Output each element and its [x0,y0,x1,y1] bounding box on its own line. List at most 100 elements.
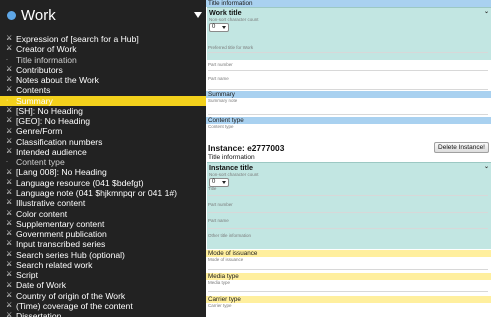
link-icon: ⚔ [6,178,13,186]
instance-title-field[interactable]: Title [208,186,488,191]
sidebar-item[interactable]: · Title information [0,55,206,65]
sidebar: Work ⚔ Expression of [search for a Hub] ⚔ C… [0,0,206,317]
link-icon: ⚔ [6,281,13,289]
link-icon: ⚔ [6,271,13,279]
bullet-icon: · [6,56,8,63]
sidebar-item[interactable]: ⚔ Search related work [0,260,206,270]
sidebar-item-label: Search related work [16,259,93,270]
sidebar-item[interactable]: ⚔ Government publication [0,229,206,239]
section-header-title-information: Title information [206,0,491,7]
divider [208,70,488,71]
sidebar-item[interactable]: ⚔ Illustrative content [0,198,206,208]
link-icon: ⚔ [6,137,13,145]
sidebar-item[interactable]: ⚔ Notes about the Work [0,75,206,85]
sidebar-title: Work [21,7,56,24]
sidebar-item-label: Language resource (041 $bdefgt) [16,177,144,188]
link-icon: ⚔ [6,86,13,94]
instance-label: Instance: e2777003 [208,143,285,153]
sidebar-item-label: Dissertation [16,311,62,317]
status-dot-icon [7,11,16,20]
editor-panel: Title information Work title ⌄ Non-sort … [206,0,491,317]
link-icon: ⚔ [6,189,13,197]
sidebar-item[interactable]: ⚔ Script [0,270,206,280]
sidebar-item[interactable]: ⚔ Genre/Form [0,126,206,136]
divider [208,114,488,115]
link-icon: ⚔ [6,35,13,43]
sidebar-item[interactable]: ⚔ (Time) coverage of the content [0,301,206,311]
link-icon: ⚔ [6,76,13,84]
sidebar-item[interactable]: ⚔ Expression of [search for a Hub] [0,34,206,44]
section-header-mode-of-issuance: Mode of issuance [206,250,491,257]
sidebar-item[interactable]: · Summary [0,95,206,106]
sidebar-item[interactable]: ⚔ Date of Work [0,280,206,290]
sidebar-item-label: Classification numbers [16,136,103,147]
summary-note-field[interactable]: Summary note [208,98,488,103]
sidebar-item-label: Contents [16,85,51,96]
part-name-field[interactable]: Part name [208,76,488,81]
sidebar-header[interactable]: Work [0,0,206,34]
sidebar-item-label: (Time) coverage of the content [16,300,133,311]
chevron-down-icon[interactable]: ⌄ [484,8,489,17]
link-icon: ⚔ [6,117,13,125]
instance-title-information-header: Title information [208,154,255,161]
sidebar-item[interactable]: ⚔ Intended audience [0,147,206,157]
divider [208,52,488,53]
sidebar-item[interactable]: ⚔ Country of origin of the Work [0,291,206,301]
part-number-field[interactable]: Part number [208,62,488,67]
nonsort-value: 0 [212,24,216,30]
sidebar-item[interactable]: · Content type [0,157,206,167]
bullet-icon: · [6,96,9,104]
sidebar-list: ⚔ Expression of [search for a Hub] ⚔ Creato… [0,34,206,317]
link-icon: ⚔ [6,209,13,217]
link-icon: ⚔ [6,219,13,227]
nonsort-select[interactable]: 0 [209,23,229,32]
sidebar-item-label: Illustrative content [16,198,86,209]
link-icon: ⚔ [6,148,13,156]
chevron-down-icon[interactable] [194,12,202,18]
instance-nonsort-label: Non-sort character count [209,172,259,177]
instance-title-header: Instance title ⌄ [207,163,491,172]
sidebar-item[interactable]: ⚔ [SH]: No Heading [0,106,206,116]
divider [208,195,488,196]
sidebar-item-label: Government publication [16,229,107,240]
preferred-title-field[interactable]: Preferred title for Work [208,45,488,50]
sidebar-item[interactable]: ⚔ Contents [0,85,206,95]
sidebar-item[interactable]: ⚔ Language resource (041 $bdefgt) [0,178,206,188]
delete-instance-button[interactable]: Delete Instance! [434,142,489,153]
sidebar-item[interactable]: ⚔ Dissertation [0,311,206,317]
section-header-media-type: Media type [206,273,491,280]
link-icon: ⚔ [6,199,13,207]
sidebar-item[interactable]: ⚔ Color content [0,209,206,219]
instance-part-number-field[interactable]: Part number [208,202,488,207]
carrier-type-field[interactable]: Carrier type [208,303,488,308]
section-header-carrier-type: Carrier type [206,296,491,303]
link-icon: ⚔ [6,312,13,317]
mode-of-issuance-field[interactable]: Mode of issuance [208,257,488,262]
sidebar-item[interactable]: ⚔ Search series Hub (optional) [0,250,206,260]
sidebar-item[interactable]: ⚔ Contributors [0,65,206,75]
link-icon: ⚔ [6,230,13,238]
sidebar-item-label: [SH]: No Heading [16,105,83,116]
nonsort-label: Non-sort character count [209,17,259,22]
sidebar-item[interactable]: ⚔ Input transcribed series [0,239,206,249]
instance-nonsort-value: 0 [212,179,216,185]
chevron-down-icon[interactable]: ⌄ [484,163,489,172]
link-icon: ⚔ [6,291,13,299]
sidebar-item-label: Notes about the Work [16,75,99,86]
link-icon: ⚔ [6,45,13,53]
sidebar-item[interactable]: ⚔ Supplementary content [0,219,206,229]
content-type-field[interactable]: Content type [208,124,488,129]
sidebar-item[interactable]: ⚔ Creator of Work [0,44,206,54]
sidebar-item[interactable]: ⚔ Classification numbers [0,137,206,147]
sidebar-item[interactable]: ⚔ Language note (041 $hjkmnpqr or 041 1#) [0,188,206,198]
instance-part-name-field[interactable]: Part name [208,218,488,223]
sidebar-item[interactable]: ⚔ [GEO]: No Heading [0,116,206,126]
sidebar-item-label: Language note (041 $hjkmnpqr or 041 1#) [16,187,178,198]
other-title-information-field[interactable]: Other title information [208,233,488,238]
sidebar-item[interactable]: ⚔ [Lang 008]: No Heading [0,167,206,177]
sidebar-item-label: Creator of Work [16,44,77,55]
sidebar-item-label: Color content [16,208,68,219]
link-icon: ⚔ [6,65,13,73]
media-type-field[interactable]: Media type [208,280,488,285]
sidebar-item-label: Genre/Form [16,126,63,137]
